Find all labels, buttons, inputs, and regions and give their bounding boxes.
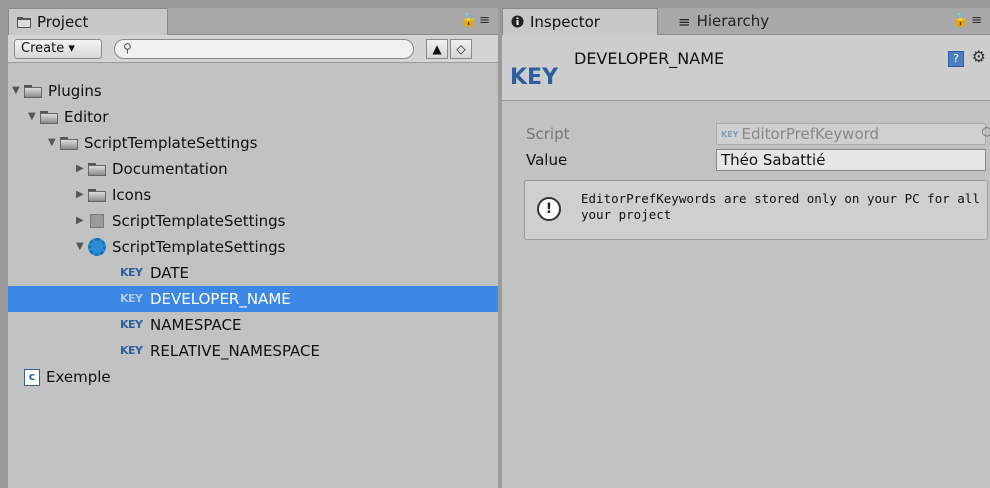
settings-gear-icon [88,238,106,256]
search-input[interactable] [139,41,399,57]
inspector-header: KEY DEVELOPER_NAME ? ⚙ [502,35,990,101]
tree-row-scripttemplatesettings-folder[interactable]: ▼ ScriptTemplateSettings [8,130,498,156]
tree-row-documentation[interactable]: ▶ Documentation [8,156,498,182]
info-icon: ! [537,197,561,221]
tree-row-icons[interactable]: ▶ Icons [8,182,498,208]
tree-row-relative-namespace[interactable]: KEY RELATIVE_NAMESPACE [8,338,498,364]
expand-arrow-icon[interactable]: ▼ [48,130,58,156]
panel-lock-menu-icon[interactable]: 🔒≡ [953,13,984,28]
tab-hierarchy-label: Hierarchy [696,12,770,30]
settings-cog-icon[interactable]: ⚙ [972,47,986,66]
search-box: ⚲ [114,39,414,59]
create-button[interactable]: Create ▾ [14,39,102,59]
script-field[interactable]: KEY EditorPrefKeyword [716,123,986,145]
value-label: Value [526,151,568,169]
tree-row-editor[interactable]: ▼ Editor [8,104,498,130]
tab-hierarchy[interactable]: ≡ Hierarchy [670,8,820,35]
inspector-tabbar: Inspector ≡ Hierarchy 🔒≡ [502,8,990,35]
panel-lock-menu-icon[interactable]: 🔒≡ [461,13,492,28]
folder-icon [88,163,106,176]
key-asset-icon: KEY [510,65,559,90]
tab-inspector[interactable]: Inspector [502,8,658,35]
tree-item-label: Plugins [48,82,102,100]
tree-row-scripttemplatesettings-asset[interactable]: ▼ ScriptTemplateSettings [8,234,498,260]
tree-row-date[interactable]: KEY DATE [8,260,498,286]
expand-arrow-icon[interactable]: ▼ [28,104,38,130]
tab-inspector-label: Inspector [530,13,600,31]
script-value: EditorPrefKeyword [741,125,880,143]
project-toolbar: Create ▾ ⚲ ▲ ◇ [8,35,498,63]
collapse-arrow-icon[interactable]: ▶ [76,182,86,208]
project-panel: Project 🔒≡ Create ▾ ⚲ ▲ ◇ ▼ Plugins ▼ Ed… [8,8,498,488]
value-property-row: Value Théo Sabattié [502,148,990,172]
tree-row-scripttemplatesettings-script[interactable]: ▶ ScriptTemplateSettings [8,208,498,234]
tree-item-label: Editor [64,108,109,126]
folder-icon [40,111,58,124]
help-book-icon[interactable]: ? [948,51,964,67]
key-icon: KEY [120,292,143,305]
tree-item-label: RELATIVE_NAMESPACE [150,342,320,360]
tree-item-label: ScriptTemplateSettings [112,212,286,230]
tree-item-label: NAMESPACE [150,316,242,334]
key-icon: KEY [721,129,739,139]
tab-project[interactable]: Project [8,8,168,35]
folder-icon [24,85,42,98]
tree-item-label: ScriptTemplateSettings [84,134,258,152]
tree-item-label: ScriptTemplateSettings [112,238,286,256]
object-picker-icon[interactable]: ○ [982,124,990,138]
inspector-title: DEVELOPER_NAME [574,49,725,68]
value-field[interactable]: Théo Sabattié [716,149,986,171]
tree-item-label: Icons [112,186,152,204]
folder-icon [60,137,78,150]
search-icon: ⚲ [123,41,132,55]
tree-item-label: Exemple [46,368,111,386]
csharp-script-icon: c [24,369,40,386]
collapse-arrow-icon[interactable]: ▶ [76,156,86,182]
key-icon: KEY [120,266,143,279]
tree-row-exemple[interactable]: c Exemple [8,364,498,390]
filter-by-type-button[interactable]: ▲ [426,39,448,59]
info-helpbox: ! EditorPrefKeywords are stored only on … [524,180,988,240]
key-icon: KEY [120,344,143,357]
tree-row-namespace[interactable]: KEY NAMESPACE [8,312,498,338]
tree-row-developer-name[interactable]: KEY DEVELOPER_NAME [8,286,498,312]
key-icon: KEY [120,318,143,331]
expand-arrow-icon[interactable]: ▼ [76,234,86,260]
tree-item-label: DATE [150,264,190,282]
project-tabbar: Project 🔒≡ [8,8,498,35]
filter-by-label-button[interactable]: ◇ [450,39,472,59]
tree-row-plugins[interactable]: ▼ Plugins [8,78,498,104]
script-asset-icon [90,214,104,228]
collapse-arrow-icon[interactable]: ▶ [76,208,86,234]
folder-tab-icon [17,10,31,36]
expand-arrow-icon[interactable]: ▼ [12,78,22,104]
tree-item-label: Documentation [112,160,228,178]
info-tab-icon [511,10,524,36]
script-label: Script [526,125,570,143]
helpbox-text: EditorPrefKeywords are stored only on yo… [581,191,980,222]
tab-project-label: Project [37,13,89,31]
inspector-panel: Inspector ≡ Hierarchy 🔒≡ KEY DEVELOPER_NA… [502,8,990,488]
script-property-row: Script KEY EditorPrefKeyword ○ [502,122,990,146]
hierarchy-list-icon: ≡ [678,12,691,31]
folder-icon [88,189,106,202]
tree-item-label: DEVELOPER_NAME [150,290,291,308]
